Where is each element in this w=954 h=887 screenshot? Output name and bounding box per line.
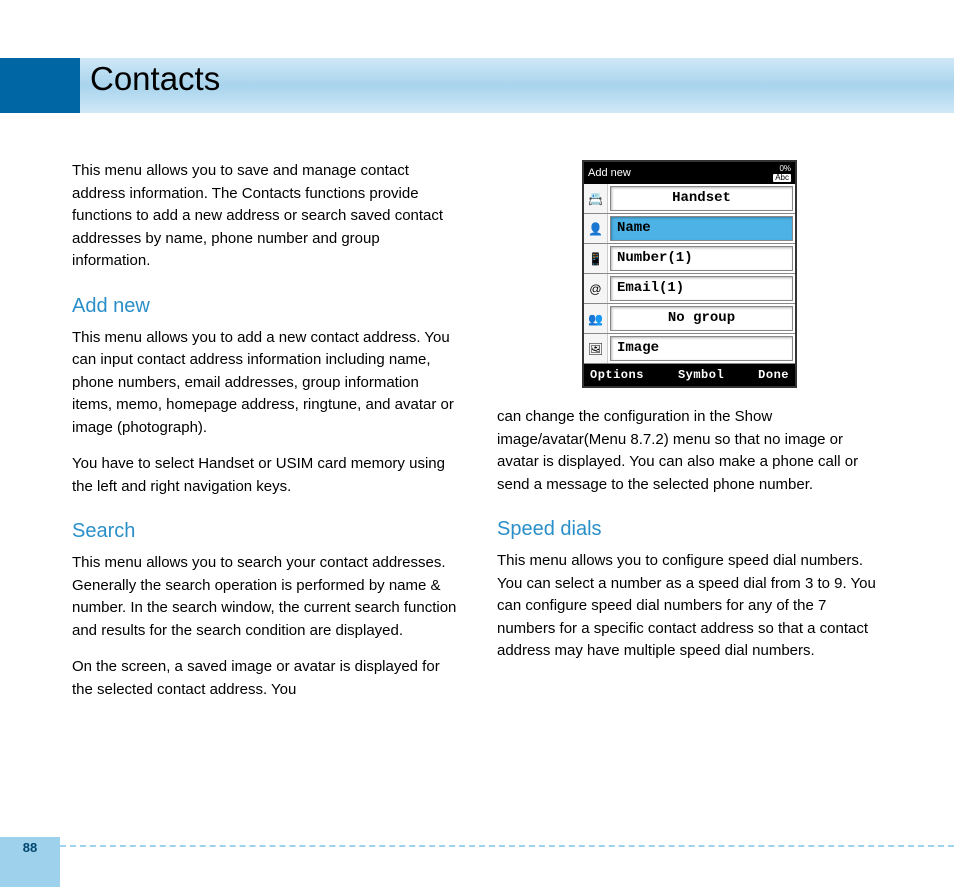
addnew-paragraph-2: You have to select Handset or USIM card …: [72, 453, 457, 498]
left-column: This menu allows you to save and manage …: [72, 160, 457, 715]
phone-screenshot: Add new 0% Abc 📇 Handset 👤 Name 📱 Number…: [582, 160, 797, 388]
page-title: Contacts: [90, 60, 220, 98]
number-icon: 📱: [584, 244, 608, 273]
phone-signal: 0%: [779, 165, 791, 173]
phone-input-mode: Abc: [773, 174, 791, 182]
footer-dashed-line: [60, 845, 954, 847]
search-heading: Search: [72, 516, 457, 546]
group-field: No group: [610, 306, 793, 331]
page-number: 88: [0, 840, 60, 855]
name-field: Name: [610, 216, 793, 241]
email-icon: @: [584, 274, 608, 303]
softkey-left[interactable]: Options: [590, 366, 644, 384]
name-icon: 👤: [584, 214, 608, 243]
phone-status-right: 0% Abc: [773, 165, 791, 182]
number-field: Number(1): [610, 246, 793, 271]
header-accent-block: [0, 58, 80, 113]
group-icon: 👥: [584, 304, 608, 333]
speed-paragraph-1: This menu allows you to configure speed …: [497, 550, 882, 663]
image-icon: 🖼: [584, 334, 608, 363]
softkey-center[interactable]: Symbol: [678, 366, 724, 384]
continuation-paragraph: can change the configuration in the Show…: [497, 406, 882, 496]
right-column: Add new 0% Abc 📇 Handset 👤 Name 📱 Number…: [497, 160, 882, 715]
phone-screen-title: Add new: [588, 165, 631, 182]
softkey-right[interactable]: Done: [758, 366, 789, 384]
search-paragraph-2: On the screen, a saved image or avatar i…: [72, 656, 457, 701]
speed-heading: Speed dials: [497, 514, 882, 544]
handset-field: Handset: [610, 186, 793, 211]
addnew-paragraph-1: This menu allows you to add a new contac…: [72, 327, 457, 440]
email-field: Email(1): [610, 276, 793, 301]
phone-softkeys: Options Symbol Done: [584, 364, 795, 386]
phone-status-bar: Add new 0% Abc: [584, 162, 795, 184]
addnew-heading: Add new: [72, 291, 457, 321]
handset-icon: 📇: [584, 184, 608, 213]
phone-row-group[interactable]: 👥 No group: [584, 304, 795, 334]
content-area: This menu allows you to save and manage …: [72, 160, 882, 715]
phone-row-handset[interactable]: 📇 Handset: [584, 184, 795, 214]
search-paragraph-1: This menu allows you to search your cont…: [72, 552, 457, 642]
intro-paragraph: This menu allows you to save and manage …: [72, 160, 457, 273]
phone-row-name[interactable]: 👤 Name: [584, 214, 795, 244]
phone-row-number[interactable]: 📱 Number(1): [584, 244, 795, 274]
phone-row-image[interactable]: 🖼 Image: [584, 334, 795, 364]
phone-row-email[interactable]: @ Email(1): [584, 274, 795, 304]
image-field: Image: [610, 336, 793, 361]
